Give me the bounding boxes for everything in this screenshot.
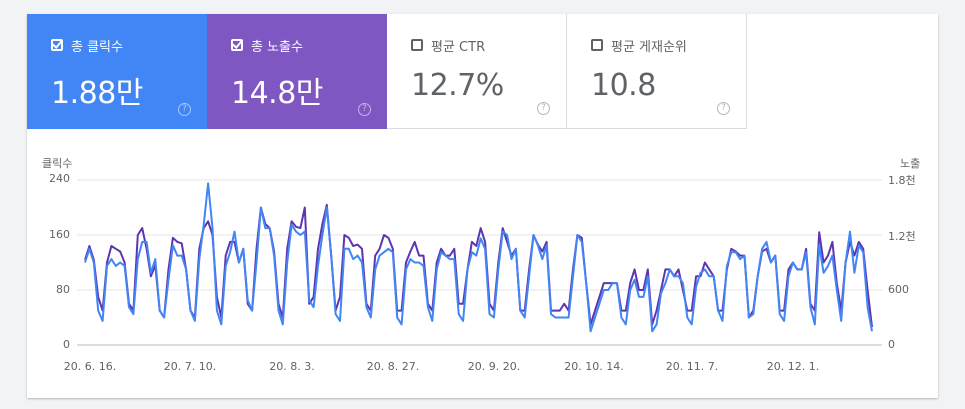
clicks-series-line xyxy=(84,182,873,333)
performance-chart[interactable] xyxy=(27,14,938,398)
performance-card: 총 클릭수 1.88만 ? 총 노출수 14.8만 ? 평균 CTR 12.7%… xyxy=(27,14,938,398)
